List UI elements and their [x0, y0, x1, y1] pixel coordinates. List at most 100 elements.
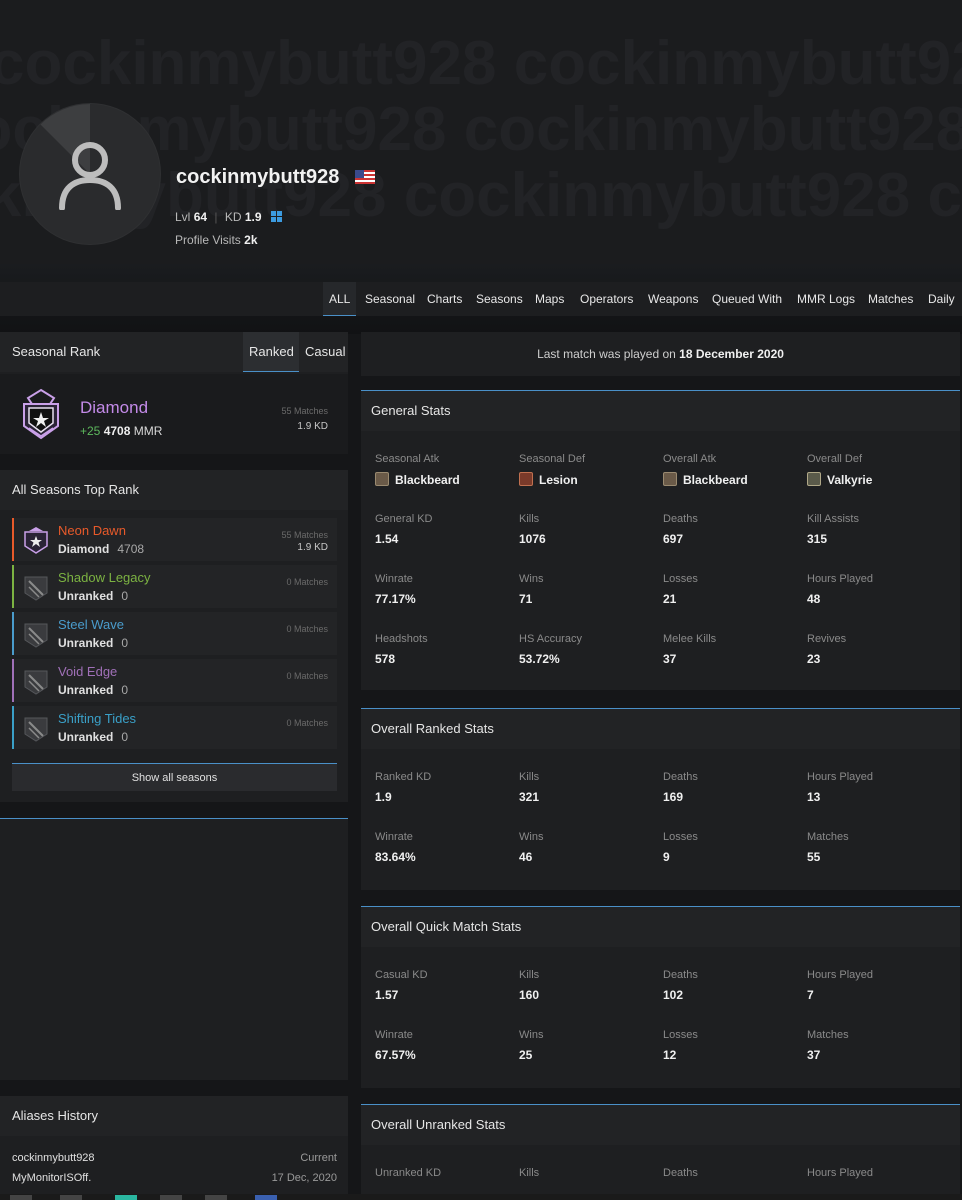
stat-casual-kd: Casual KD 1.57: [375, 969, 428, 1002]
kd-label: KD: [224, 210, 242, 224]
season-item-void-edge[interactable]: Void Edge Unranked 0 0 Matches: [12, 659, 337, 702]
tab-seasonal[interactable]: Seasonal: [359, 282, 421, 316]
stat-ranked-deaths: Deaths 169: [663, 771, 698, 804]
season-name: Steel Wave: [58, 617, 124, 632]
stat-casual-deaths: Deaths 102: [663, 969, 698, 1002]
stat-melee-kills: Melee Kills 37: [663, 633, 717, 666]
unranked-icon: [24, 670, 48, 695]
tab-daily[interactable]: Daily: [922, 282, 961, 316]
general-stats-title: General Stats: [361, 391, 960, 431]
season-rank: Unranked 0: [58, 589, 129, 603]
us-flag-icon: [355, 170, 375, 184]
user-silhouette-icon: [59, 142, 121, 210]
stat-revives: Revives 23: [807, 633, 847, 666]
stat-kills: Kills 1076: [519, 513, 546, 546]
stat-unranked-deaths: Deaths: [663, 1167, 698, 1179]
season-rank: Unranked 0: [58, 730, 129, 744]
kd-value: 1.9: [244, 210, 262, 224]
profile-visits: Profile Visits 2k: [175, 233, 258, 247]
alias-when: 17 Dec, 2020: [271, 1172, 337, 1184]
show-all-seasons-button[interactable]: Show all seasons: [12, 763, 337, 791]
stat-hours-played: Hours Played 48: [807, 573, 874, 606]
stat-ranked-hours: Hours Played 13: [807, 771, 874, 804]
season-item-steel-wave[interactable]: Steel Wave Unranked 0 0 Matches: [12, 612, 337, 655]
tab-charts[interactable]: Charts: [421, 282, 468, 316]
tab-weapons[interactable]: Weapons: [642, 282, 704, 316]
last-match-prefix: Last match was played on: [537, 347, 676, 361]
stat-ranked-kd: Ranked KD 1.9: [375, 771, 432, 804]
season-name: Shifting Tides: [58, 711, 137, 726]
tab-maps[interactable]: Maps: [529, 282, 570, 316]
stat-casual-wins: Wins 25: [519, 1029, 544, 1062]
season-name: Neon Dawn: [58, 523, 126, 538]
tab-seasons[interactable]: Seasons: [470, 282, 529, 316]
stat-winrate: Winrate 77.17%: [375, 573, 416, 606]
stat-seasonal-atk: Seasonal Atk Blackbeard: [375, 453, 460, 487]
taskbar-app-icon[interactable]: [205, 1195, 227, 1200]
tab-mmr-logs[interactable]: MMR Logs: [791, 282, 861, 316]
stat-casual-matches: Matches 37: [807, 1029, 849, 1062]
unranked-icon: [24, 623, 48, 648]
toggle-ranked[interactable]: Ranked: [243, 332, 299, 372]
stat-unranked-hours: Hours Played: [807, 1167, 874, 1179]
stat-wins: Wins 71: [519, 573, 544, 606]
stat-deaths: Deaths 697: [663, 513, 698, 546]
season-item-shadow-legacy[interactable]: Shadow Legacy Unranked 0 0 Matches: [12, 565, 337, 608]
diamond-rank-icon: [23, 388, 59, 440]
season-matches: 55 Matches: [281, 530, 328, 540]
season-color-bar: [12, 659, 14, 702]
stat-casual-winrate: Winrate 67.57%: [375, 1029, 416, 1062]
stat-unranked-kills: Kills: [519, 1167, 540, 1179]
visits-label: Profile Visits: [175, 233, 241, 247]
tab-all[interactable]: ALL: [323, 282, 357, 316]
stat-ranked-matches: Matches 55: [807, 831, 849, 864]
taskbar-app-icon[interactable]: [115, 1195, 137, 1200]
tab-matches[interactable]: Matches: [862, 282, 919, 316]
season-name: Shadow Legacy: [58, 570, 151, 585]
season-matches: 0 Matches: [286, 718, 328, 728]
all-seasons-title: All Seasons Top Rank: [0, 470, 348, 510]
mmr-value: 4708: [103, 424, 131, 438]
alias-when: Current: [300, 1152, 337, 1164]
stat-casual-losses: Losses 12: [663, 1029, 698, 1062]
alias-row: cockinmybutt928 Current: [12, 1152, 337, 1164]
stat-overall-atk: Overall Atk Blackbeard: [663, 453, 748, 487]
stat-general-kd: General KD 1.54: [375, 513, 433, 546]
tab-queued-with[interactable]: Queued With: [706, 282, 788, 316]
stat-overall-def: Overall Def Valkyrie: [807, 453, 873, 487]
stat-losses: Losses 21: [663, 573, 698, 606]
windows-platform-icon: [270, 211, 282, 222]
last-match-date: 18 December 2020: [679, 347, 784, 361]
taskbar-app-icon[interactable]: [160, 1195, 182, 1200]
level-value: 64: [193, 210, 208, 224]
aliases-panel: Aliases History cockinmybutt928 Current …: [0, 1096, 348, 1200]
blackbeard-operator-icon: [663, 472, 677, 486]
alias-name: cockinmybutt928: [12, 1152, 95, 1164]
rank-mmr: +25 4708 MMR: [80, 424, 162, 438]
season-color-bar: [12, 518, 14, 561]
season-rank: Diamond 4708: [58, 542, 145, 556]
taskbar: [0, 1194, 962, 1200]
toggle-casual[interactable]: Casual: [299, 332, 349, 372]
taskbar-app-icon[interactable]: [255, 1195, 277, 1200]
taskbar-app-icon[interactable]: [60, 1195, 82, 1200]
lesion-operator-icon: [519, 472, 533, 486]
profile-tabs: ALL Seasonal Charts Seasons Maps Operato…: [0, 282, 962, 316]
alias-name: MyMonitorISOff.: [12, 1172, 92, 1184]
mmr-label: MMR: [133, 424, 163, 438]
current-rank-card: Diamond +25 4708 MMR 55 Matches 1.9 KD: [0, 374, 348, 454]
season-matches: 0 Matches: [286, 577, 328, 587]
all-seasons-panel: All Seasons Top Rank Neon Dawn Diamond 47…: [0, 470, 348, 802]
ranked-stats-panel: Overall Ranked Stats Ranked KD 1.9 Kills 3…: [361, 708, 960, 890]
taskbar-app-icon[interactable]: [10, 1195, 32, 1200]
season-rank: Unranked 0: [58, 683, 129, 697]
stat-casual-kills: Kills 160: [519, 969, 540, 1002]
blackbeard-operator-icon: [375, 472, 389, 486]
season-color-bar: [12, 612, 14, 655]
quick-stats-title: Overall Quick Match Stats: [361, 907, 960, 947]
tab-operators[interactable]: Operators: [574, 282, 639, 316]
rank-kd: 1.9 KD: [297, 421, 328, 432]
season-item-neon-dawn[interactable]: Neon Dawn Diamond 4708 55 Matches 1.9 KD: [12, 518, 337, 561]
stat-headshots: Headshots 578: [375, 633, 428, 666]
season-item-shifting-tides[interactable]: Shifting Tides Unranked 0 0 Matches: [12, 706, 337, 749]
